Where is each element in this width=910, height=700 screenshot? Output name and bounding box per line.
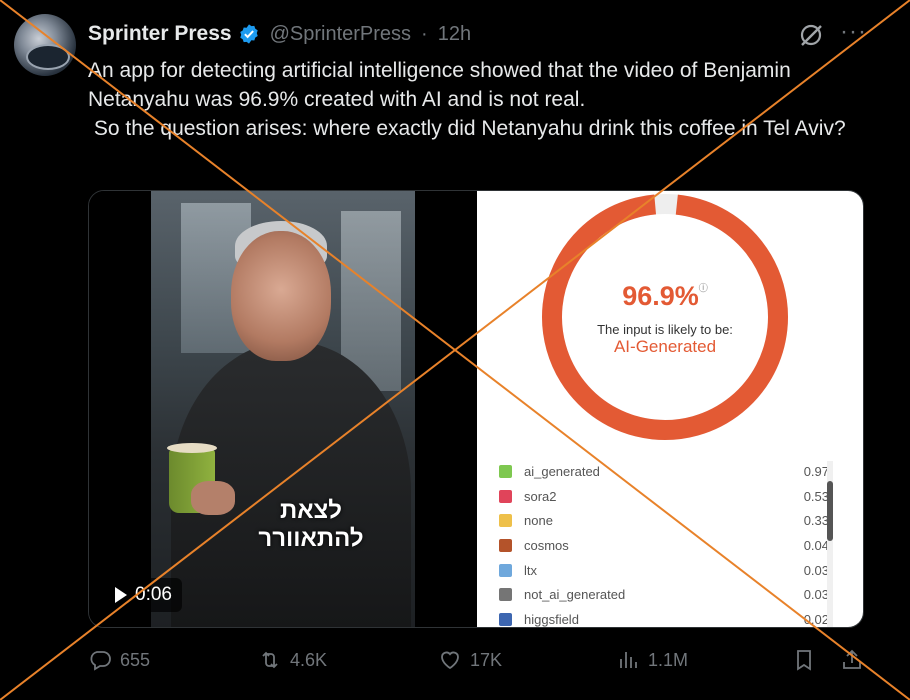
score-percent: 96.9%ⓘ <box>622 281 708 311</box>
model-score: 0.53 <box>803 488 829 504</box>
time-separator: · <box>421 22 428 45</box>
repost-icon <box>262 651 278 669</box>
like-count: 17K <box>470 649 503 670</box>
model-score: 0.04 <box>803 537 829 553</box>
model-swatch <box>499 612 512 626</box>
bookmark-icon <box>797 650 811 671</box>
repost-button[interactable]: 4.6K <box>258 648 327 672</box>
model-row: ltx 0.03 <box>499 558 829 583</box>
model-row: not_ai_generated 0.03 <box>499 582 829 607</box>
reply-button[interactable]: 655 <box>88 648 150 672</box>
author-handle[interactable]: @SprinterPress <box>270 23 411 46</box>
heart-icon <box>441 651 459 670</box>
model-score: 0.33 <box>803 513 829 529</box>
model-label: higgsfield <box>524 611 579 627</box>
verified-badge-icon <box>239 24 258 44</box>
model-label: sora2 <box>524 488 557 504</box>
play-icon[interactable] <box>115 587 127 603</box>
verdict-label: AI-Generated <box>613 337 717 356</box>
avatar[interactable] <box>14 14 76 76</box>
likely-label: The input is likely to be: <box>597 322 733 337</box>
video-duration: 0:06 <box>135 584 172 605</box>
model-list-scrollbar[interactable] <box>827 461 833 627</box>
info-icon[interactable]: ⓘ <box>699 283 708 293</box>
scroll-thumb[interactable] <box>827 481 833 541</box>
grok-icon[interactable] <box>798 22 824 48</box>
post-time[interactable]: 12h <box>438 23 471 46</box>
model-row: none 0.33 <box>499 508 829 533</box>
view-count: 1.1M <box>648 649 689 670</box>
model-score-list: ai_generated 0.97 sora2 0.53 none 0.33 cosmos 0… <box>499 459 829 627</box>
model-score: 0.03 <box>803 562 829 578</box>
model-swatch <box>499 538 512 552</box>
model-label: cosmos <box>524 537 569 553</box>
video-subtitle: לצאת להתאוורר <box>258 497 364 552</box>
share-button[interactable] <box>840 648 864 672</box>
like-button[interactable]: 17K <box>438 648 502 672</box>
score-ring-arc <box>542 194 788 440</box>
model-swatch <box>499 464 512 478</box>
author-name[interactable]: Sprinter Press <box>88 22 232 46</box>
model-row: sora2 0.53 <box>499 484 829 509</box>
video-frame: לצאת להתאוורר <box>151 191 415 627</box>
tweet-header: Sprinter Press @SprinterPress · 12h <box>88 20 471 48</box>
analytics-icon <box>620 652 637 668</box>
model-swatch <box>499 514 512 528</box>
model-row: cosmos 0.04 <box>499 533 829 558</box>
model-swatch <box>499 489 512 503</box>
model-label: ltx <box>524 562 537 578</box>
person-head <box>231 231 331 361</box>
repost-count: 4.6K <box>290 649 328 670</box>
model-score: 0.02 <box>803 611 829 627</box>
share-icon <box>843 649 861 669</box>
model-row: higgsfield 0.02 <box>499 607 829 627</box>
media-container: לצאת להתאוורר 0:06 96.9%ⓘ The input is l… <box>88 190 864 628</box>
tweet-actions: 655 4.6K 17K 1.1M <box>88 648 878 676</box>
model-label: ai_generated <box>524 463 600 479</box>
reply-count: 655 <box>120 649 151 670</box>
tweet-text: An app for detecting artificial intellig… <box>88 59 846 140</box>
model-score: 0.97 <box>803 463 829 479</box>
play-duration-badge[interactable]: 0:06 <box>105 578 182 612</box>
ai-detector-result: 96.9%ⓘ The input is likely to be: AI-Gen… <box>477 191 863 627</box>
more-options-icon[interactable]: ··· <box>840 20 867 44</box>
score-ring <box>542 194 788 440</box>
model-swatch <box>499 563 512 577</box>
views-button[interactable]: 1.1M <box>616 648 688 672</box>
model-label: none <box>524 513 553 529</box>
model-row: ai_generated 0.97 <box>499 459 829 484</box>
bookmark-button[interactable] <box>792 648 816 672</box>
model-swatch <box>499 588 512 602</box>
model-score: 0.03 <box>803 587 829 603</box>
reply-icon <box>90 651 111 671</box>
video-player[interactable]: לצאת להתאוורר 0:06 <box>89 191 477 627</box>
model-label: not_ai_generated <box>524 587 626 603</box>
